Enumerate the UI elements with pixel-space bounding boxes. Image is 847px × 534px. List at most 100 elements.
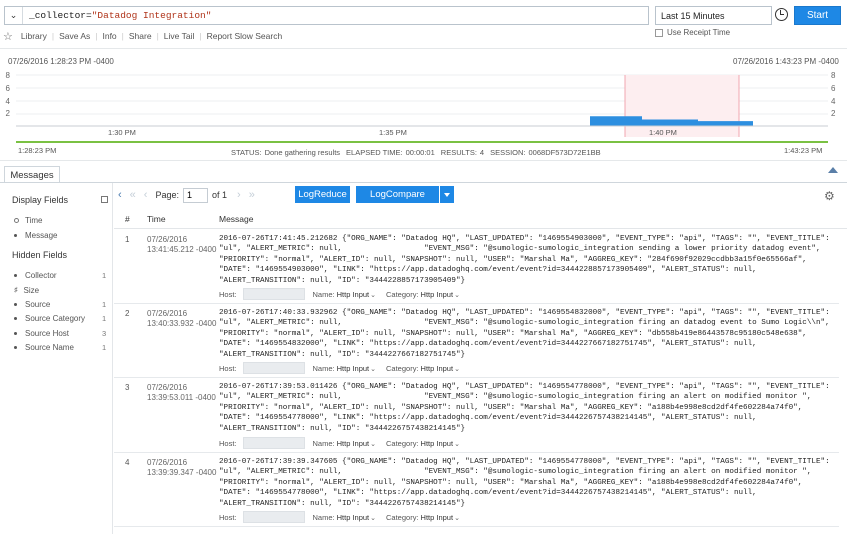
host-label: Host: xyxy=(219,438,237,448)
host-label: Host: xyxy=(219,289,237,299)
collapse-icon[interactable] xyxy=(828,167,838,173)
session-value: 0068DF573D72E1BB xyxy=(528,148,601,157)
host-value[interactable] xyxy=(242,511,305,523)
toolbar-info[interactable]: Info xyxy=(102,31,116,41)
histogram-bar[interactable] xyxy=(590,116,642,126)
row-number: 4 xyxy=(125,458,130,467)
row-time: 07/26/2016 13:39:53.011 -0400 xyxy=(147,383,216,402)
elapsed-label: ELAPSED TIME: xyxy=(346,148,403,157)
histogram-end-time: 1:43:23 PM xyxy=(784,146,823,155)
name-label: Name: xyxy=(312,438,335,448)
chevron-down-icon: ⌄ xyxy=(370,291,377,299)
prev-page-icon[interactable]: ‹ xyxy=(144,189,148,201)
toolbar-library[interactable]: Library xyxy=(21,31,47,41)
tab-messages[interactable]: Messages xyxy=(4,166,60,183)
bullet-icon xyxy=(14,332,17,335)
query-text[interactable]: _collector="Datadog Integration" xyxy=(29,10,211,21)
row-time: 07/26/2016 13:40:33.932 -0400 xyxy=(147,309,217,328)
clock-icon[interactable] xyxy=(775,8,788,21)
chevron-down-icon: ⌄ xyxy=(454,514,460,522)
histogram-chart[interactable]: 1:30 PM 1:35 PM 1:40 PM xyxy=(0,68,847,148)
hidden-field-source-host[interactable]: Source Host xyxy=(14,329,69,338)
hidden-field-source-name[interactable]: Source Name xyxy=(14,343,74,352)
name-value[interactable]: Http Input⌄ xyxy=(337,513,376,522)
name-value[interactable]: Http Input⌄ xyxy=(337,290,376,299)
category-value[interactable]: Http Input⌄ xyxy=(421,290,460,299)
chevron-down-icon: ⌄ xyxy=(370,365,377,373)
hidden-field-source-category[interactable]: Source Category xyxy=(14,314,85,323)
histogram-start-date: 07/26/2016 1:28:23 PM -0400 xyxy=(8,57,114,66)
column-header-message[interactable]: Message xyxy=(219,214,254,224)
divider xyxy=(0,160,847,161)
table-row[interactable]: 4 07/26/2016 13:39:39.347 -0400 2016-07-26T… xyxy=(114,453,839,527)
category-value[interactable]: Http Input⌄ xyxy=(421,513,460,522)
query-input[interactable]: ⌄ _collector="Datadog Integration" xyxy=(4,6,649,25)
receipt-time-toggle[interactable]: Use Receipt Time xyxy=(655,28,730,37)
gear-icon[interactable]: ⚙ xyxy=(824,189,835,203)
hidden-field-source[interactable]: Source xyxy=(14,300,50,309)
separator: | xyxy=(121,31,124,41)
separator: | xyxy=(95,31,98,41)
hidden-field-collector[interactable]: Collector xyxy=(14,271,57,280)
star-icon[interactable]: ☆ xyxy=(3,30,13,43)
histogram-bar[interactable] xyxy=(698,121,753,126)
first-page-icon[interactable]: « xyxy=(130,189,136,201)
receipt-time-label: Use Receipt Time xyxy=(667,28,731,37)
bullet-icon xyxy=(14,234,17,237)
category-value[interactable]: Http Input⌄ xyxy=(421,364,460,373)
page-label: Page: xyxy=(155,190,179,200)
category-value[interactable]: Http Input⌄ xyxy=(421,439,460,448)
row-message[interactable]: 2016-07-26T17:39:39.347605 {"ORG_NAME": … xyxy=(219,457,839,509)
receipt-time-checkbox[interactable] xyxy=(655,28,663,37)
row-metadata: Host: Name: Http Input⌄ Category: Http Input… xyxy=(219,437,470,449)
time-range-input[interactable]: Last 15 Minutes xyxy=(655,6,772,25)
collapse-left-icon[interactable]: ‹ xyxy=(118,189,122,201)
clock-icon xyxy=(14,218,19,223)
chevron-down-icon[interactable]: ⌄ xyxy=(5,7,23,24)
x-tick-label: 1:40 PM xyxy=(649,128,677,137)
host-label: Host: xyxy=(219,512,237,522)
row-time: 07/26/2016 13:41:45.212 -0400 xyxy=(147,235,217,254)
save-icon[interactable] xyxy=(101,196,108,203)
next-page-icon[interactable]: › xyxy=(237,189,241,201)
column-header-time[interactable]: Time xyxy=(147,214,166,224)
name-label: Name: xyxy=(312,363,335,373)
histogram-bar[interactable] xyxy=(642,119,698,127)
field-count: 3 xyxy=(102,329,107,338)
host-label: Host: xyxy=(219,363,237,373)
name-value[interactable]: Http Input⌄ xyxy=(337,439,376,448)
table-row[interactable]: 1 07/26/2016 13:41:45.212 -0400 2016-07-26T… xyxy=(114,230,839,304)
field-count: 1 xyxy=(102,314,107,323)
toolbar-save-as[interactable]: Save As xyxy=(59,31,90,41)
toolbar-report-slow-search[interactable]: Report Slow Search xyxy=(207,31,283,41)
table-row[interactable]: 3 07/26/2016 13:39:53.011 -0400 2016-07-26T… xyxy=(114,378,839,453)
host-value[interactable] xyxy=(242,437,305,449)
chevron-down-icon: ⌄ xyxy=(454,440,460,448)
bullet-icon xyxy=(14,274,17,277)
display-field-time[interactable]: Time xyxy=(14,216,42,225)
table-row[interactable]: 2 07/26/2016 13:40:33.932 -0400 2016-07-26T… xyxy=(114,304,839,378)
host-value[interactable] xyxy=(242,362,305,374)
name-value[interactable]: Http Input⌄ xyxy=(337,364,376,373)
display-fields-title: Display Fields xyxy=(12,195,69,205)
status-label: STATUS: xyxy=(231,148,262,157)
field-count: 1 xyxy=(102,271,107,280)
host-value[interactable] xyxy=(242,288,305,300)
toolbar-share[interactable]: Share xyxy=(129,31,152,41)
hidden-field-size[interactable]: ♯ Size xyxy=(14,286,39,295)
logcompare-button[interactable]: LogCompare xyxy=(356,186,439,203)
x-tick-label: 1:35 PM xyxy=(379,128,407,137)
start-button[interactable]: Start xyxy=(794,6,841,25)
display-field-message[interactable]: Message xyxy=(14,231,57,240)
page-input[interactable] xyxy=(183,187,208,203)
logreduce-button[interactable]: LogReduce xyxy=(295,186,350,203)
row-message[interactable]: 2016-07-26T17:41:45.212682 {"ORG_NAME": … xyxy=(219,234,839,286)
field-count: 1 xyxy=(102,300,107,309)
row-message[interactable]: 2016-07-26T17:39:53.011426 {"ORG_NAME": … xyxy=(219,382,839,434)
toolbar-live-tail[interactable]: Live Tail xyxy=(164,31,195,41)
row-metadata: Host: Name: Http Input⌄ Category: Http Input… xyxy=(219,511,470,523)
chevron-down-icon[interactable] xyxy=(440,186,454,203)
row-message[interactable]: 2016-07-26T17:40:33.932962 {"ORG_NAME": … xyxy=(219,308,839,360)
status-bar: STATUS: Done gathering results ELAPSED T… xyxy=(231,148,604,157)
last-page-icon[interactable]: » xyxy=(249,189,255,201)
